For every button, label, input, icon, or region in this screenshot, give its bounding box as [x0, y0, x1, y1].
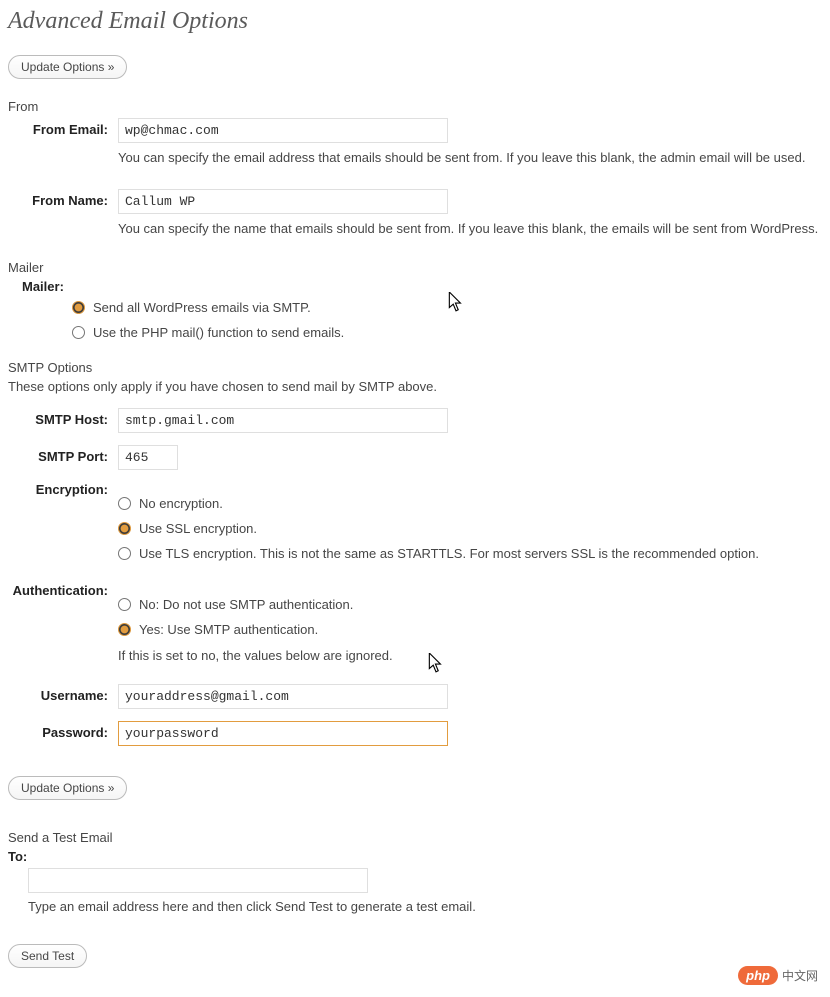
encryption-none-radio[interactable] — [118, 497, 131, 510]
auth-no-radio[interactable] — [118, 598, 131, 611]
section-heading-smtp: SMTP Options — [8, 360, 822, 375]
encryption-none-label: No encryption. — [139, 496, 223, 511]
from-name-input[interactable] — [118, 189, 448, 214]
auth-yes-radio[interactable] — [118, 623, 131, 636]
from-name-description: You can specify the name that emails sho… — [118, 220, 822, 238]
auth-yes-label: Yes: Use SMTP authentication. — [139, 622, 318, 637]
mailer-label: Mailer: — [22, 279, 822, 294]
watermark-badge: php — [738, 966, 778, 985]
auth-note: If this is set to no, the values below a… — [118, 647, 822, 665]
from-email-input[interactable] — [118, 118, 448, 143]
encryption-label: Encryption: — [8, 482, 118, 497]
test-to-label: To: — [8, 849, 822, 864]
page-title: Advanced Email Options — [8, 8, 822, 35]
password-input[interactable] — [118, 721, 448, 746]
mailer-php-label: Use the PHP mail() function to send emai… — [93, 325, 344, 340]
section-heading-mailer: Mailer — [8, 260, 822, 275]
smtp-host-input[interactable] — [118, 408, 448, 433]
smtp-host-label: SMTP Host: — [8, 408, 118, 427]
watermark-text: 中文网 — [782, 967, 818, 984]
username-label: Username: — [8, 684, 118, 703]
smtp-port-label: SMTP Port: — [8, 445, 118, 464]
authentication-label: Authentication: — [8, 583, 118, 598]
encryption-ssl-radio[interactable] — [118, 522, 131, 535]
encryption-ssl-label: Use SSL encryption. — [139, 521, 257, 536]
update-options-button-top[interactable]: Update Options » — [8, 55, 127, 79]
from-name-label: From Name: — [8, 189, 118, 208]
test-description: Type an email address here and then clic… — [28, 899, 822, 914]
mailer-smtp-label: Send all WordPress emails via SMTP. — [93, 300, 311, 315]
from-email-description: You can specify the email address that e… — [118, 149, 822, 167]
mailer-smtp-radio[interactable] — [72, 301, 85, 314]
send-test-button[interactable]: Send Test — [8, 944, 87, 968]
smtp-description: These options only apply if you have cho… — [8, 379, 822, 394]
mailer-php-radio[interactable] — [72, 326, 85, 339]
from-email-label: From Email: — [8, 118, 118, 137]
auth-no-label: No: Do not use SMTP authentication. — [139, 597, 353, 612]
section-heading-test: Send a Test Email — [8, 830, 822, 845]
encryption-tls-label: Use TLS encryption. This is not the same… — [139, 546, 759, 561]
encryption-tls-radio[interactable] — [118, 547, 131, 560]
section-heading-from: From — [8, 99, 822, 114]
username-input[interactable] — [118, 684, 448, 709]
password-label: Password: — [8, 721, 118, 740]
update-options-button-bottom[interactable]: Update Options » — [8, 776, 127, 800]
test-to-input[interactable] — [28, 868, 368, 893]
smtp-port-input[interactable] — [118, 445, 178, 470]
watermark: php 中文网 — [738, 966, 818, 985]
